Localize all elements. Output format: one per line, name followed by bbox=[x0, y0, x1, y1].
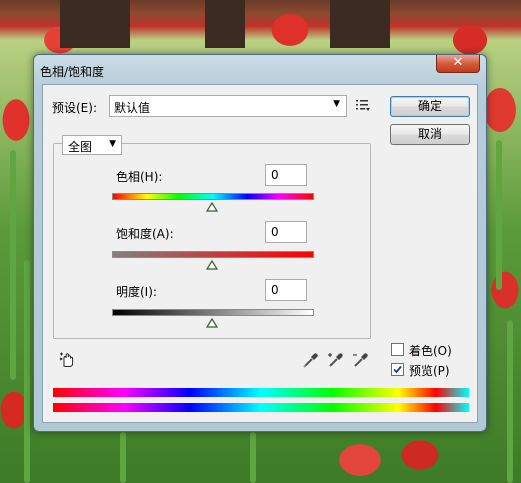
hue-slider-track[interactable] bbox=[112, 193, 314, 200]
list-menu-icon[interactable] bbox=[355, 98, 371, 112]
eyedropper-plus-icon[interactable] bbox=[327, 351, 345, 369]
chevron-down-icon: ▼ bbox=[109, 139, 116, 149]
colorize-checkbox-box[interactable] bbox=[391, 343, 404, 356]
saturation-label: 饱和度(A): bbox=[116, 227, 174, 241]
lightness-input[interactable]: 0 bbox=[265, 279, 307, 301]
preset-dropdown[interactable]: 默认值 ▼ bbox=[109, 95, 347, 117]
ok-button[interactable]: 确定 bbox=[390, 96, 470, 117]
channel-value: 全图 bbox=[68, 140, 93, 154]
checkmark-icon bbox=[393, 365, 402, 374]
tulip-stem bbox=[250, 432, 256, 483]
tulip-stem bbox=[120, 432, 126, 483]
eyedropper-icon[interactable] bbox=[302, 351, 320, 369]
tulip-stem bbox=[24, 260, 30, 483]
lightness-slider-thumb[interactable] bbox=[206, 318, 218, 328]
tulip-stem bbox=[496, 140, 502, 290]
channel-dropdown[interactable]: 全图 ▼ bbox=[62, 135, 122, 155]
saturation-input[interactable]: 0 bbox=[265, 221, 307, 243]
close-button[interactable]: ✕ bbox=[436, 55, 480, 73]
hue-saturation-dialog: 色相/饱和度 ✕ 预设(E): 默认值 ▼ 确定 取消 全图 ▼ 色相(H): … bbox=[33, 54, 487, 432]
eyedropper-minus-icon[interactable] bbox=[352, 351, 370, 369]
hand-target-icon[interactable] bbox=[59, 351, 77, 369]
hue-slider-thumb[interactable] bbox=[206, 202, 218, 212]
dialog-title: 色相/饱和度 bbox=[40, 65, 105, 79]
close-icon: ✕ bbox=[452, 55, 464, 70]
tulip-stem bbox=[10, 150, 16, 380]
chevron-down-icon: ▼ bbox=[333, 99, 340, 109]
dialog-content: 预设(E): 默认值 ▼ 确定 取消 全图 ▼ 色相(H): 0 饱和度(A):… bbox=[42, 84, 478, 423]
saturation-slider-track[interactable] bbox=[112, 251, 314, 258]
tree-trunk bbox=[205, 0, 245, 48]
hue-label: 色相(H): bbox=[116, 170, 163, 184]
preview-checkbox-box[interactable] bbox=[391, 363, 404, 376]
preset-value: 默认值 bbox=[114, 101, 151, 115]
tree-trunk bbox=[60, 0, 130, 48]
cancel-button[interactable]: 取消 bbox=[390, 124, 470, 145]
preview-label: 预览(P) bbox=[409, 364, 450, 378]
tree-trunk bbox=[330, 0, 390, 48]
preset-label: 预设(E): bbox=[52, 101, 97, 115]
hue-input[interactable]: 0 bbox=[265, 164, 307, 186]
lightness-slider-track[interactable] bbox=[112, 309, 314, 316]
output-color-bar bbox=[53, 403, 469, 412]
lightness-label: 明度(I): bbox=[116, 285, 157, 299]
saturation-slider-thumb[interactable] bbox=[206, 260, 218, 270]
input-color-bar bbox=[53, 388, 469, 397]
title-bar[interactable]: 色相/饱和度 ✕ bbox=[34, 55, 486, 83]
tulip-stem bbox=[507, 320, 513, 483]
colorize-label: 着色(O) bbox=[409, 344, 452, 358]
